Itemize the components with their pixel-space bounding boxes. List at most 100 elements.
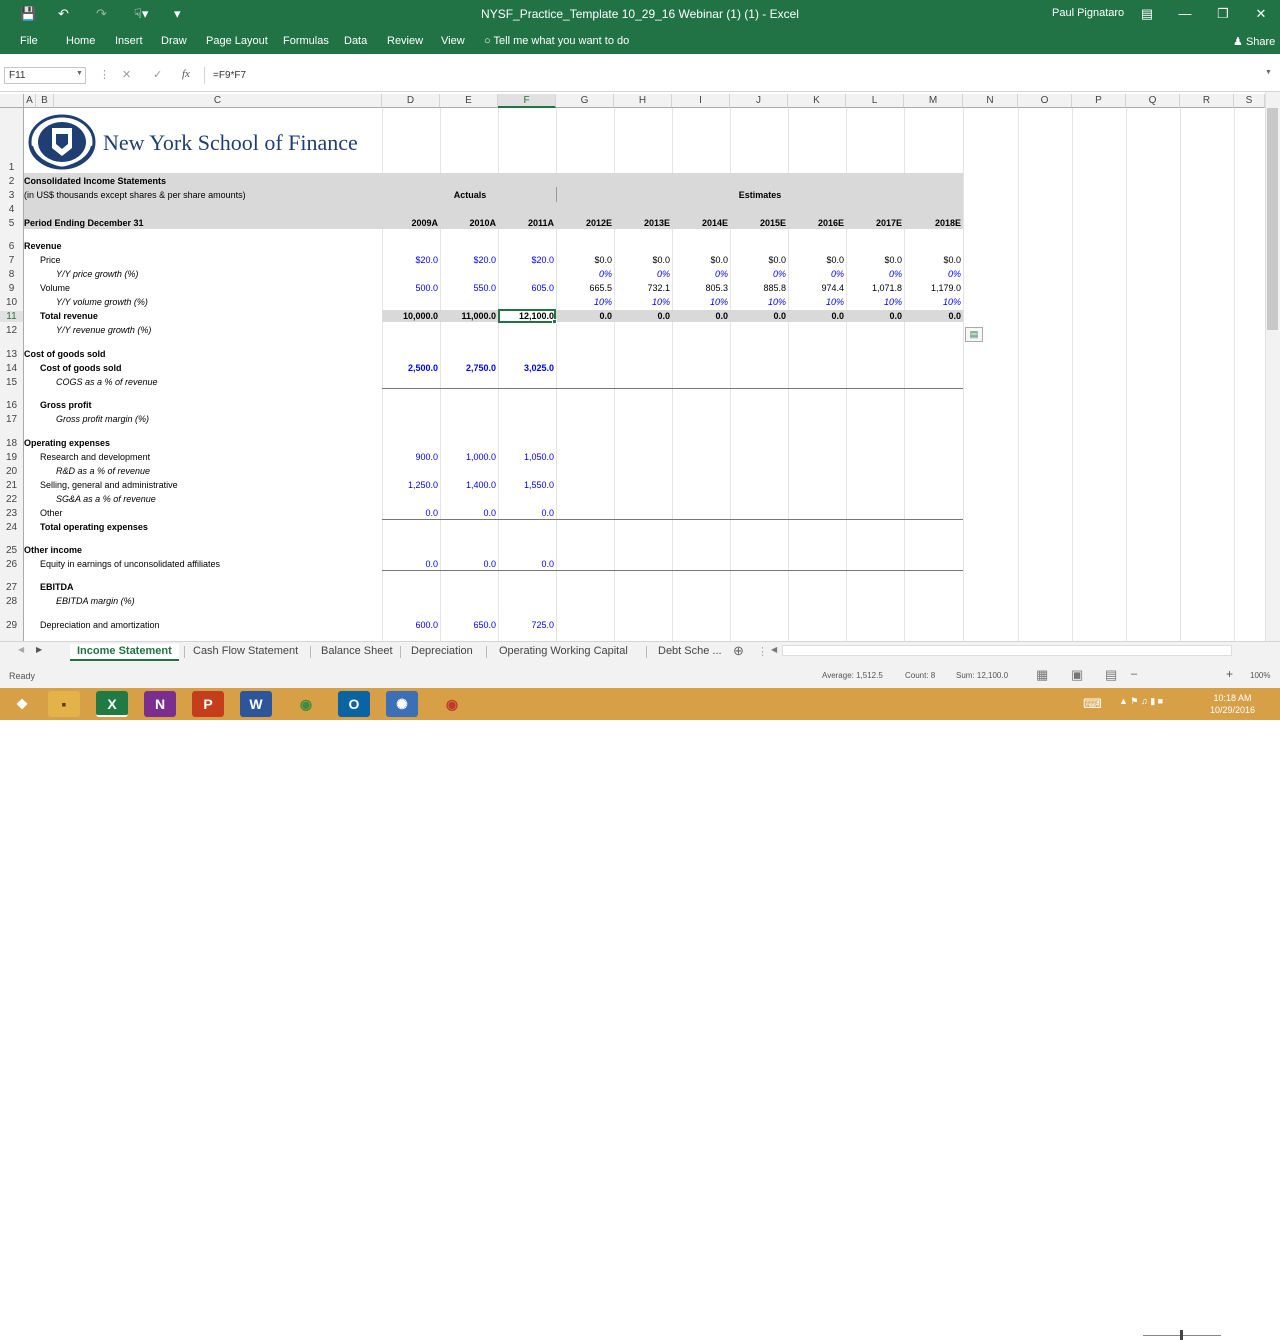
vertical-scroll-thumb[interactable] <box>1267 108 1278 330</box>
row-header[interactable]: 20 <box>0 466 23 477</box>
cell-total-revenue[interactable]: 10,000.0 <box>382 311 438 322</box>
expand-formula-icon[interactable]: ▼ <box>1265 69 1272 76</box>
minimize-button[interactable]: — <box>1166 0 1204 28</box>
cell-total-revenue[interactable]: 0.0 <box>556 311 612 322</box>
scroll-right-icon[interactable]: ▶ <box>36 645 42 654</box>
cell-volume[interactable]: 605.0 <box>498 283 554 294</box>
row-header[interactable]: 16 <box>0 400 23 411</box>
zoom-out-icon[interactable]: – <box>1131 668 1137 680</box>
tab-file[interactable]: File <box>20 35 38 47</box>
row-header[interactable]: 8 <box>0 269 23 280</box>
outlook-icon[interactable]: O <box>338 691 370 717</box>
cell-other[interactable]: 0.0 <box>382 508 438 519</box>
cell-volume[interactable]: 1,179.0 <box>904 283 961 294</box>
row-header[interactable]: 4 <box>0 204 23 215</box>
row-header[interactable]: 10 <box>0 297 23 308</box>
cell-price-growth[interactable]: 0% <box>556 269 612 280</box>
row-header[interactable]: 2 <box>0 176 23 187</box>
row-header[interactable]: 29 <box>0 620 23 631</box>
row-header[interactable]: 21 <box>0 480 23 491</box>
cell-total-revenue[interactable]: 0.0 <box>846 311 902 322</box>
row-header[interactable]: 3 <box>0 190 23 201</box>
cell-price[interactable]: $0.0 <box>904 255 961 266</box>
cell-cogs[interactable]: 2,750.0 <box>440 363 496 374</box>
cell-sga[interactable]: 1,550.0 <box>498 480 554 491</box>
cell-price-growth[interactable]: 0% <box>846 269 902 280</box>
cell-volume[interactable]: 885.8 <box>730 283 786 294</box>
tray-icons[interactable]: ▲ ⚑ ♫ ▮ ■ <box>1119 696 1163 707</box>
column-header-d[interactable]: D <box>382 94 440 108</box>
cell-volume[interactable]: 665.5 <box>556 283 612 294</box>
column-header-j[interactable]: J <box>730 94 788 108</box>
cell-da[interactable]: 650.0 <box>440 620 496 631</box>
cell-price-growth[interactable]: 0% <box>788 269 844 280</box>
zoom-in-icon[interactable]: + <box>1226 667 1233 681</box>
row-header[interactable]: 17 <box>0 414 23 425</box>
cell-total-revenue[interactable]: 0.0 <box>788 311 844 322</box>
cancel-icon[interactable]: ✕ <box>122 68 131 81</box>
cell-cogs[interactable]: 2,500.0 <box>382 363 438 374</box>
enter-icon[interactable]: ✓ <box>153 68 162 81</box>
row-header[interactable]: 25 <box>0 545 23 556</box>
cell-da[interactable]: 725.0 <box>498 620 554 631</box>
cell-volume-growth[interactable]: 10% <box>788 297 844 308</box>
cell-price-growth[interactable]: 0% <box>730 269 786 280</box>
word-icon[interactable]: W <box>240 691 272 717</box>
cell-price[interactable]: $0.0 <box>556 255 612 266</box>
formula-input[interactable]: =F9*F7 <box>204 67 1262 84</box>
sheet-tab-operating-working-capital[interactable]: Operating Working Capital <box>492 644 635 661</box>
row-header[interactable]: 27 <box>0 582 23 593</box>
column-header-i[interactable]: I <box>672 94 730 108</box>
file-explorer-icon[interactable]: ▪ <box>48 691 80 717</box>
zoom-level[interactable]: 100% <box>1250 671 1270 680</box>
zoom-slider-thumb[interactable] <box>1180 1330 1183 1340</box>
windows-start-icon[interactable]: ❖ <box>6 691 38 717</box>
cell-price[interactable]: $0.0 <box>672 255 728 266</box>
row-header[interactable]: 18 <box>0 438 23 449</box>
column-header-k[interactable]: K <box>788 94 846 108</box>
cell-rd[interactable]: 1,050.0 <box>498 452 554 463</box>
cell-volume-growth[interactable]: 10% <box>556 297 612 308</box>
cell-price-growth[interactable]: 0% <box>614 269 670 280</box>
cell-volume-growth[interactable]: 10% <box>846 297 902 308</box>
column-header-s[interactable]: S <box>1234 94 1265 108</box>
sheet-tab-balance-sheet[interactable]: Balance Sheet <box>314 644 400 661</box>
tab-home[interactable]: Home <box>66 35 95 47</box>
cell-price[interactable]: $20.0 <box>382 255 438 266</box>
cell-volume-growth[interactable]: 10% <box>614 297 670 308</box>
cell-equity[interactable]: 0.0 <box>382 559 438 570</box>
column-header-p[interactable]: P <box>1072 94 1126 108</box>
row-header[interactable]: 12 <box>0 325 23 336</box>
cell-sga[interactable]: 1,400.0 <box>440 480 496 491</box>
tab-formulas[interactable]: Formulas <box>283 35 329 47</box>
cell-other[interactable]: 0.0 <box>498 508 554 519</box>
cell-price-growth[interactable]: 0% <box>904 269 961 280</box>
row-header[interactable]: 26 <box>0 559 23 570</box>
row-header[interactable]: 15 <box>0 377 23 388</box>
row-header[interactable]: 9 <box>0 283 23 294</box>
sheet-tab-cash-flow[interactable]: Cash Flow Statement <box>186 644 305 661</box>
select-all-corner[interactable] <box>0 94 24 108</box>
cell-rd[interactable]: 1,000.0 <box>440 452 496 463</box>
cell-volume[interactable]: 805.3 <box>672 283 728 294</box>
add-sheet-icon[interactable]: ⊕ <box>733 643 744 659</box>
excel-icon[interactable]: X <box>96 691 128 717</box>
cell-price[interactable]: $0.0 <box>846 255 902 266</box>
cell-price[interactable]: $0.0 <box>614 255 670 266</box>
user-name[interactable]: Paul Pignataro <box>1052 7 1124 19</box>
cell-other[interactable]: 0.0 <box>440 508 496 519</box>
row-header[interactable]: 11 <box>0 311 23 322</box>
column-header-e[interactable]: E <box>440 94 498 108</box>
cell-volume[interactable]: 1,071.8 <box>846 283 902 294</box>
column-header-b[interactable]: B <box>36 94 54 108</box>
ribbon-display-icon[interactable]: ▤ <box>1128 0 1166 28</box>
row-header[interactable]: 23 <box>0 508 23 519</box>
keyboard-icon[interactable]: ⌨ <box>1083 696 1102 712</box>
scroll-left-icon[interactable]: ◀ <box>18 645 24 654</box>
onenote-icon[interactable]: N <box>144 691 176 717</box>
paste-options-icon[interactable]: ▤ <box>965 327 983 342</box>
row-header[interactable]: 6 <box>0 241 23 252</box>
tab-data[interactable]: Data <box>344 35 367 47</box>
cell-volume-growth[interactable]: 10% <box>672 297 728 308</box>
cell-equity[interactable]: 0.0 <box>498 559 554 570</box>
